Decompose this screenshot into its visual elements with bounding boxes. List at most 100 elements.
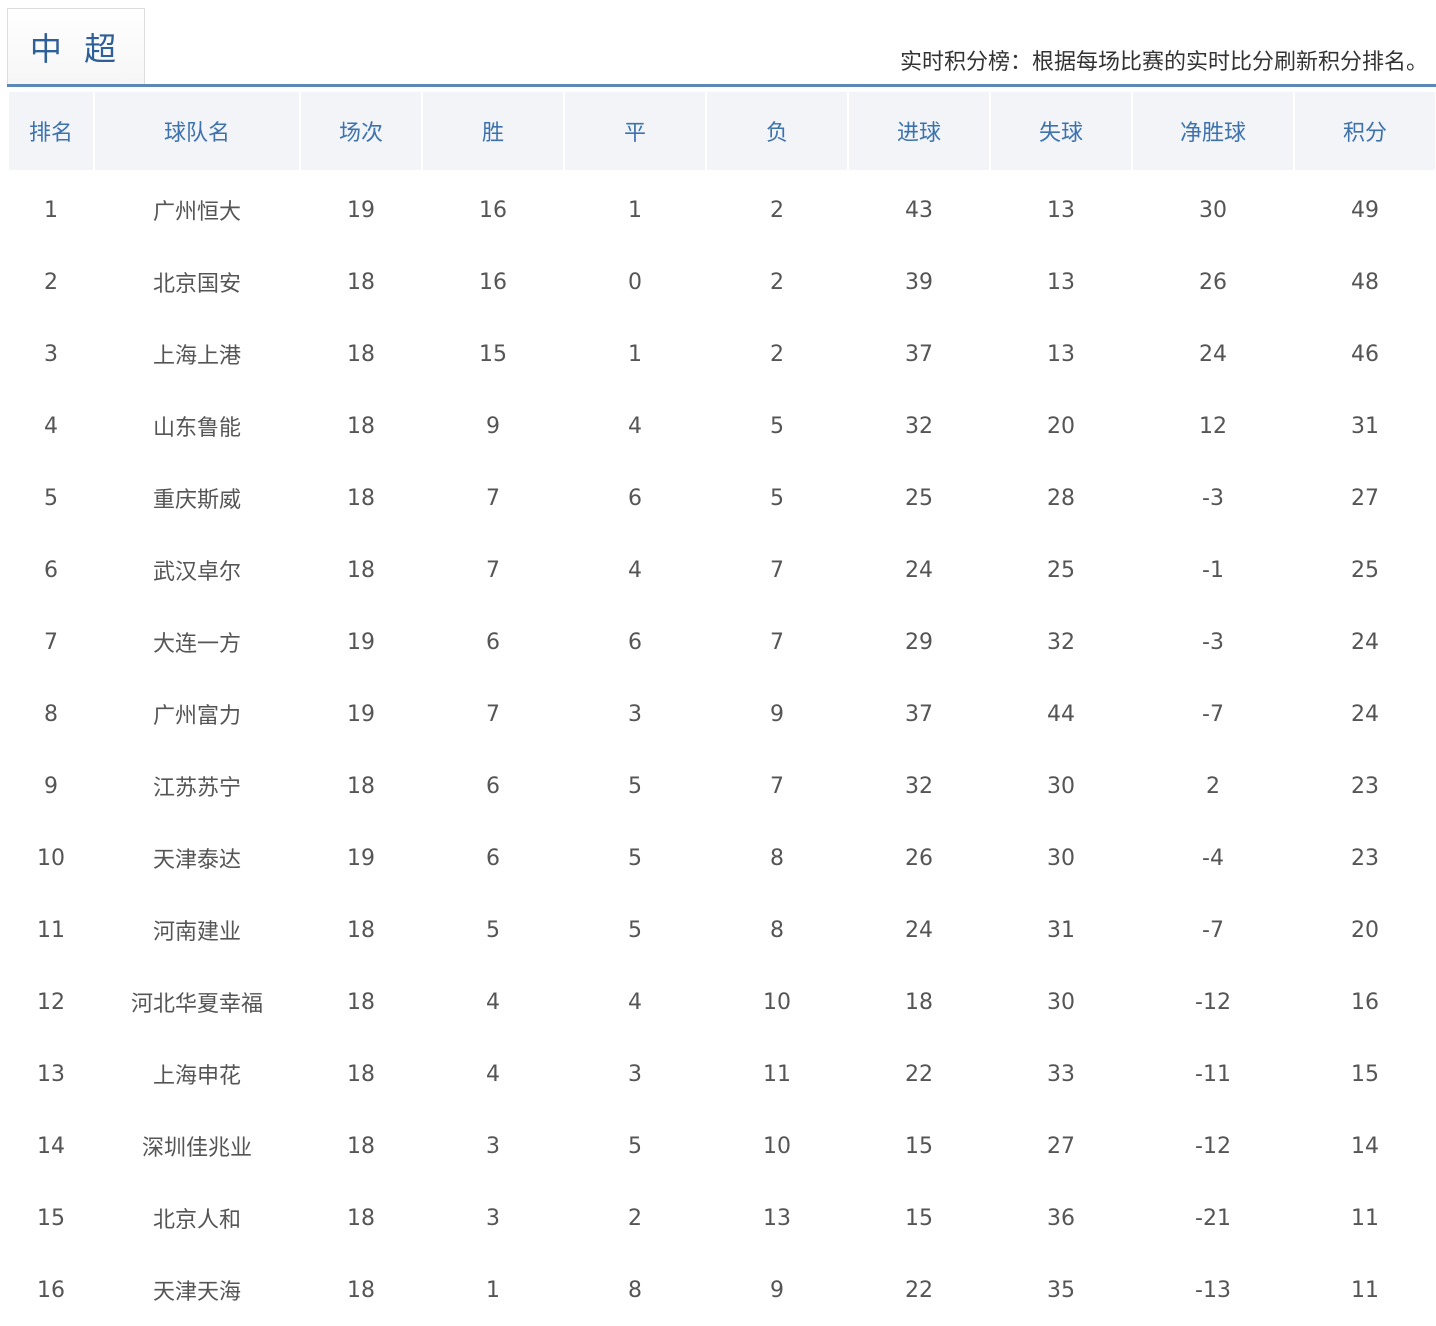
lost-cell: 2 [770,269,784,295]
played-cell: 18 [347,341,375,367]
goals-against-cell: 30 [1047,989,1075,1015]
goals-for-cell: 26 [905,845,933,871]
rank-cell: 5 [44,485,58,511]
header-divider [7,84,1436,87]
points-cell: 25 [1351,557,1379,583]
table-row: 8 广州富力 19 7 3 9 37 44 -7 24 [9,678,1435,750]
team-cell: 深圳佳兆业 [141,1136,252,1161]
played-cell: 18 [347,917,375,943]
played-cell: 18 [347,1277,375,1303]
goals-against-cell: 44 [1047,701,1075,727]
rank-cell: 12 [37,989,65,1015]
goal-diff-cell: -3 [1202,629,1224,655]
goals-for-cell: 24 [905,557,933,583]
won-cell: 4 [486,1061,500,1087]
team-cell: 重庆斯威 [152,488,241,513]
table-row: 2 北京国安 18 16 0 2 39 13 26 48 [9,246,1435,318]
goals-for-cell: 15 [905,1133,933,1159]
points-cell: 15 [1351,1061,1379,1087]
team-cell: 上海上港 [152,344,241,369]
tab-csl[interactable]: 中 超 [7,8,145,84]
points-cell: 48 [1351,269,1379,295]
col-header-team: 球队名 [95,92,299,170]
played-cell: 18 [347,1133,375,1159]
won-cell: 4 [486,989,500,1015]
played-cell: 19 [347,845,375,871]
team-cell: 天津泰达 [152,848,241,873]
drawn-cell: 4 [628,557,642,583]
team-cell: 北京人和 [152,1208,241,1233]
col-header-drawn: 平 [565,92,705,170]
drawn-cell: 3 [628,701,642,727]
goal-diff-cell: -7 [1202,917,1224,943]
won-cell: 7 [486,701,500,727]
played-cell: 19 [347,197,375,223]
drawn-cell: 0 [628,269,642,295]
goals-against-cell: 36 [1047,1205,1075,1231]
drawn-cell: 6 [628,629,642,655]
played-cell: 19 [347,701,375,727]
col-header-goals-against: 失球 [991,92,1131,170]
goal-diff-cell: -12 [1195,1133,1231,1159]
col-header-lost: 负 [707,92,847,170]
won-cell: 5 [486,917,500,943]
team-cell: 北京国安 [152,272,241,297]
goals-against-cell: 28 [1047,485,1075,511]
rank-cell: 1 [44,197,58,223]
won-cell: 6 [486,845,500,871]
played-cell: 18 [347,989,375,1015]
lost-cell: 13 [763,1205,791,1231]
played-cell: 18 [347,773,375,799]
points-cell: 49 [1351,197,1379,223]
played-cell: 18 [347,269,375,295]
header: 中 超 实时积分榜：根据每场比赛的实时比分刷新积分排名。 [0,0,1436,87]
goals-for-cell: 22 [905,1061,933,1087]
team-cell: 大连一方 [152,632,241,657]
played-cell: 18 [347,1061,375,1087]
team-cell: 河南建业 [152,920,241,945]
lost-cell: 11 [763,1061,791,1087]
goals-for-cell: 29 [905,629,933,655]
points-cell: 27 [1351,485,1379,511]
table-row: 9 江苏苏宁 18 6 5 7 32 30 2 23 [9,750,1435,822]
table-row: 11 河南建业 18 5 5 8 24 31 -7 20 [9,894,1435,966]
drawn-cell: 5 [628,1133,642,1159]
drawn-cell: 2 [628,1205,642,1231]
rank-cell: 14 [37,1133,65,1159]
drawn-cell: 4 [628,413,642,439]
goal-diff-cell: 30 [1199,197,1227,223]
team-cell: 广州恒大 [152,200,241,225]
lost-cell: 2 [770,341,784,367]
goals-for-cell: 39 [905,269,933,295]
table-row: 7 大连一方 19 6 6 7 29 32 -3 24 [9,606,1435,678]
points-cell: 11 [1351,1277,1379,1303]
rank-cell: 13 [37,1061,65,1087]
team-cell: 上海申花 [152,1064,241,1089]
won-cell: 6 [486,629,500,655]
played-cell: 18 [347,557,375,583]
drawn-cell: 5 [628,845,642,871]
goal-diff-cell: 24 [1199,341,1227,367]
won-cell: 1 [486,1277,500,1303]
drawn-cell: 3 [628,1061,642,1087]
lost-cell: 5 [770,413,784,439]
points-cell: 24 [1351,701,1379,727]
team-cell: 广州富力 [152,704,241,729]
goals-against-cell: 13 [1047,197,1075,223]
played-cell: 19 [347,629,375,655]
team-cell: 河北华夏幸福 [130,992,263,1017]
col-header-goals-for: 进球 [849,92,989,170]
table-row: 6 武汉卓尔 18 7 4 7 24 25 -1 25 [9,534,1435,606]
goal-diff-cell: -12 [1195,989,1231,1015]
won-cell: 3 [486,1133,500,1159]
goals-against-cell: 35 [1047,1277,1075,1303]
rank-cell: 9 [44,773,58,799]
goal-diff-cell: -21 [1195,1205,1231,1231]
goals-against-cell: 20 [1047,413,1075,439]
won-cell: 6 [486,773,500,799]
team-cell: 江苏苏宁 [152,776,241,801]
won-cell: 7 [486,557,500,583]
goals-against-cell: 33 [1047,1061,1075,1087]
goal-diff-cell: -11 [1195,1061,1231,1087]
table-header-row: 排名 球队名 场次 胜 平 负 进球 失球 净胜球 积分 [9,92,1435,170]
